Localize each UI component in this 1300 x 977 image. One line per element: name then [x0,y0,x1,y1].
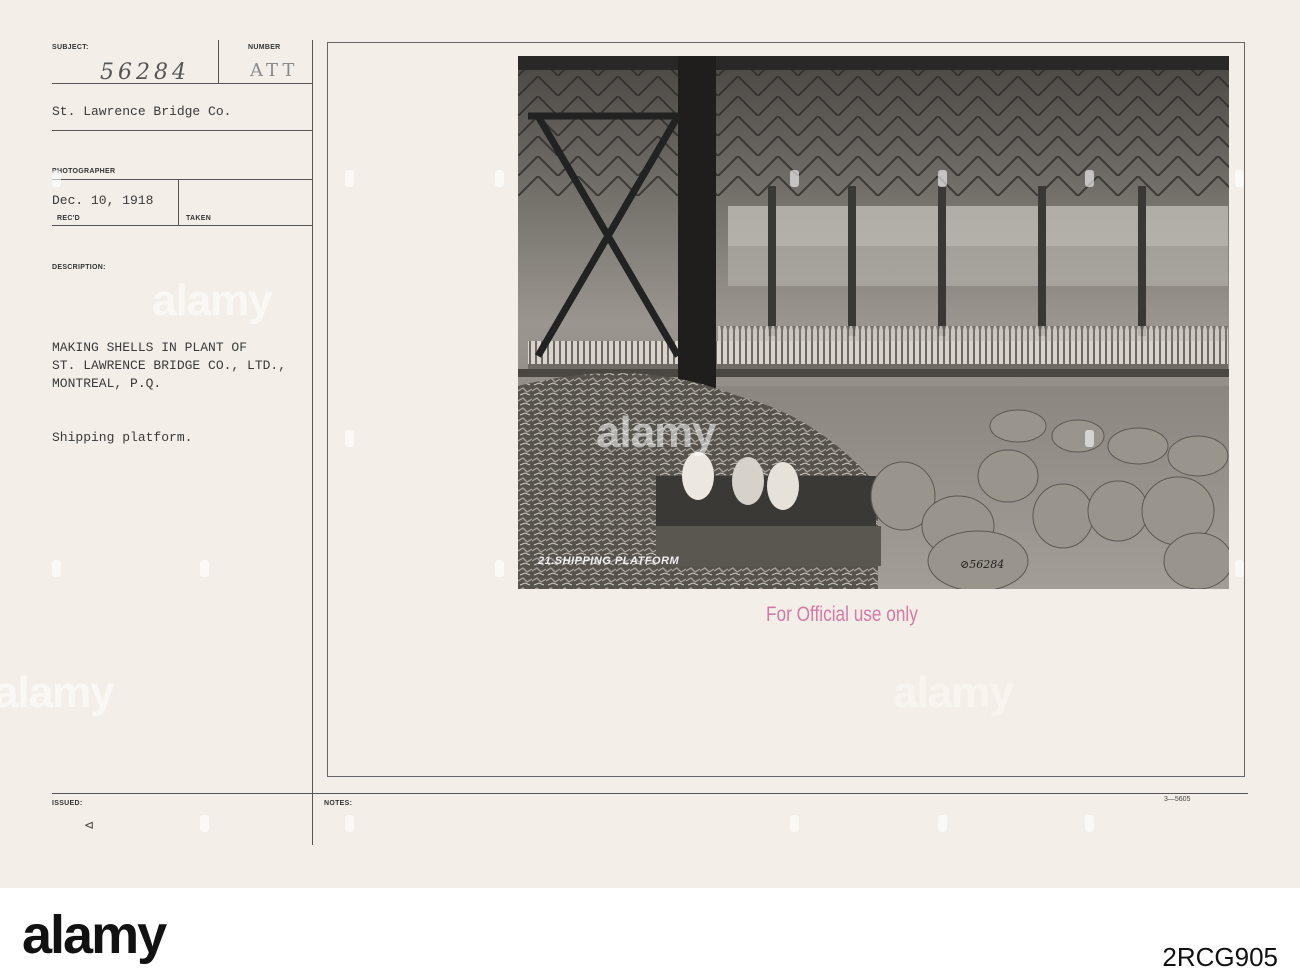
photographer-label: PHOTOGRAPHER [52,168,116,175]
number-value: ATT [250,60,299,81]
watermark-dot [1085,815,1094,832]
watermark-dot [495,170,504,187]
watermark-text-2: alamy [596,408,717,457]
archival-photo-card: SUBJECT: NUMBER 56284 ATT St. Lawrence B… [0,0,1300,888]
watermark-dot [938,170,947,187]
negative-number: 56284 [100,60,190,85]
watermark-dot [1085,170,1094,187]
watermark-dot [1085,430,1094,447]
rule-subject [52,83,312,84]
watermark-dot [1235,560,1244,577]
rule-date [52,225,312,226]
stock-brand-logo: alamy [22,905,167,965]
factory-photograph [518,56,1229,589]
watermark-dot [52,170,61,187]
form-number: 3—5605 [1164,796,1191,803]
watermark-text-1: alamy [152,276,273,325]
watermark-dot [790,815,799,832]
received-date: Dec. 10, 1918 [52,193,154,208]
rule-bottom [52,793,1248,794]
taken-label: TAKEN [186,215,212,222]
description-line-3: MONTREAL, P.Q. [52,376,162,391]
watermark-text-4: alamy [893,668,1014,717]
description-line-2: ST. LAWRENCE BRIDGE CO., LTD., [52,358,287,373]
rule-photographer [52,179,312,180]
notes-label: NOTES: [324,800,353,807]
watermark-dot [345,815,354,832]
watermark-dot [938,815,947,832]
watermark-dot [52,560,61,577]
subject-label: SUBJECT: [52,44,89,51]
watermark-text-3: alamy [0,668,115,717]
watermark-dot [200,815,209,832]
subject-value: St. Lawrence Bridge Co. [52,104,232,119]
rule-number-divider [218,40,219,84]
number-label: NUMBER [248,44,281,51]
description-line-1: MAKING SHELLS IN PLANT OF [52,340,248,355]
watermark-dot [495,560,504,577]
description-label: DESCRIPTION: [52,264,106,271]
watermark-dot [1235,170,1244,187]
shipping-platform-image [518,56,1229,589]
photo-caption: 21.SHIPPING PLATFORM [538,555,680,567]
issued-label: ISSUED: [52,800,83,807]
caption-note: Shipping platform. [52,430,193,445]
rule-date-divider [178,180,179,225]
stock-footer-band [0,888,1300,977]
watermark-dot [200,560,209,577]
watermark-dot [345,430,354,447]
stock-image-id: 2RCG905 [1162,942,1278,972]
column-divider [312,40,313,845]
rule-subject-value [52,130,312,131]
recd-label: REC'D [57,215,80,222]
issued-mark: ⊲ [84,818,95,832]
photo-negative-number: ⊘56284 [960,558,1005,571]
official-use-stamp: For Official use only [766,603,918,626]
watermark-dot [345,170,354,187]
watermark-dot [790,170,799,187]
